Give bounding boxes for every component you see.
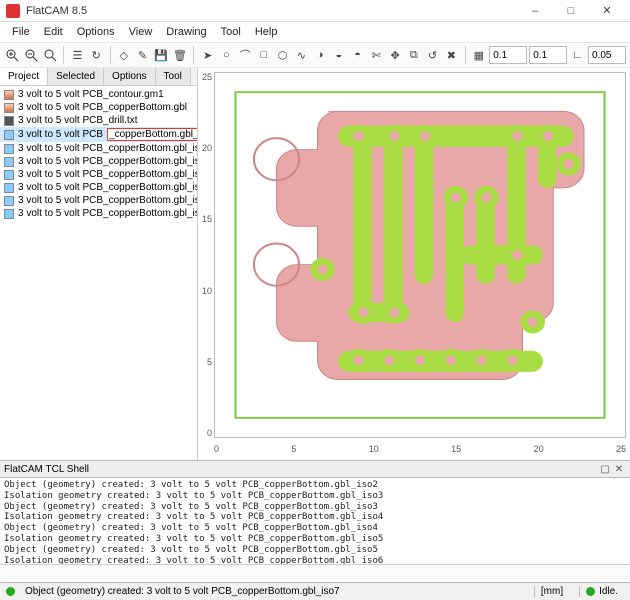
add-arc-icon[interactable]: ⌒ [237,45,254,65]
maximize-button[interactable]: □ [554,1,588,21]
tree-item-label: 3 volt to 5 volt PCB [18,129,103,140]
tree-item-label: 3 volt to 5 volt PCB_copperBottom.gbl_is… [18,156,197,167]
update-geometry-icon[interactable]: 💾 [153,45,170,65]
menu-edit[interactable]: Edit [38,24,69,40]
tree-item[interactable]: 3 volt to 5 volt PCB_drill.txt [0,114,197,127]
project-tree[interactable]: 3 volt to 5 volt PCB_contour.gm1 3 volt t… [0,86,197,460]
tree-item-label: 3 volt to 5 volt PCB_contour.gm1 [18,89,164,100]
tree-item-label: 3 volt to 5 volt PCB_copperBottom.gbl [18,102,187,113]
geom-icon [4,209,14,219]
tree-item-label: 3 volt to 5 volt PCB_copperBottom.gbl_is… [18,208,197,219]
delete-shape-icon[interactable]: ✖ [443,45,460,65]
geom-icon [4,170,14,180]
geom-icon [4,196,14,206]
idle-dot-icon [586,587,595,596]
tree-item[interactable]: 3 volt to 5 volt PCB [0,127,197,142]
union-icon[interactable]: ◑ [312,45,329,65]
shell-output[interactable]: Object (geometry) created: 3 volt to 5 v… [0,478,630,564]
shell-title: FlatCAM TCL Shell [4,464,89,475]
delete-icon[interactable]: 🗑 [172,45,189,65]
minimize-button[interactable]: – [518,1,552,21]
tab-options[interactable]: Options [104,68,155,85]
edit-geometry-icon[interactable]: ✎ [134,45,151,65]
zoom-in-icon[interactable] [4,45,21,65]
geom-icon [4,130,14,140]
tree-item[interactable]: 3 volt to 5 volt PCB_copperBottom.gbl_is… [0,181,197,194]
menu-tool[interactable]: Tool [215,24,247,40]
add-path-icon[interactable]: ∿ [293,45,310,65]
grid-y-input[interactable] [529,46,567,64]
plot-canvas[interactable] [214,72,626,438]
menu-view[interactable]: View [123,24,159,40]
gerber-icon [4,90,14,100]
intersection-icon[interactable]: ◒ [330,45,347,65]
copy-icon[interactable]: ⧉ [405,45,422,65]
menu-drawing[interactable]: Drawing [160,24,212,40]
snap-distance-input[interactable] [588,46,626,64]
shell-undock-icon[interactable]: ▢ [598,462,612,476]
tab-project[interactable]: Project [0,68,48,85]
menubar: FileEditOptionsViewDrawingToolHelp [0,22,630,42]
tab-tool[interactable]: Tool [156,68,191,85]
select-icon[interactable]: ➤ [199,45,216,65]
rotate-icon[interactable]: ↺ [424,45,441,65]
add-rectangle-icon[interactable]: □ [255,45,272,65]
geom-icon [4,183,14,193]
excellon-icon [4,116,14,126]
status-units: [mm] [534,586,569,597]
clear-plot-icon[interactable]: ☰ [69,45,86,65]
tree-item[interactable]: 3 volt to 5 volt PCB_copperBottom.gbl_is… [0,194,197,207]
tree-item[interactable]: 3 volt to 5 volt PCB_contour.gm1 [0,88,197,101]
toolbar: ☰ ↻ ◇ ✎ 💾 🗑 ➤ ○ ⌒ □ ⬡ ∿ ◑ ◒ ◓ ✄ ✥ ⧉ ↺ ✖ … [0,42,630,68]
window-title: FlatCAM 8.5 [26,5,518,17]
new-geometry-icon[interactable]: ◇ [115,45,132,65]
tree-item-label: 3 volt to 5 volt PCB_copperBottom.gbl_is… [18,182,197,193]
geom-icon [4,144,14,154]
tree-item-label: 3 volt to 5 volt PCB_copperBottom.gbl_is… [18,195,197,206]
geom-icon [4,157,14,167]
subtract-icon[interactable]: ◓ [349,45,366,65]
rename-input[interactable] [107,128,197,141]
grid-icon[interactable]: ▦ [471,45,488,65]
side-tabs: ProjectSelectedOptionsTool [0,68,197,86]
menu-file[interactable]: File [6,24,36,40]
replot-icon[interactable]: ↻ [88,45,105,65]
close-button[interactable]: ✕ [590,1,624,21]
snap-corner-icon[interactable]: ∟ [569,45,586,65]
status-text: Object (geometry) created: 3 volt to 5 v… [25,586,340,597]
tree-item-label: 3 volt to 5 volt PCB_copperBottom.gbl_is… [18,169,197,180]
shell-prompt[interactable] [0,564,630,582]
status-idle: Idle. [599,586,618,597]
tree-item-label: 3 volt to 5 volt PCB_drill.txt [18,115,138,126]
tree-item[interactable]: 3 volt to 5 volt PCB_copperBottom.gbl_is… [0,155,197,168]
grid-x-input[interactable] [489,46,527,64]
tree-item-label: 3 volt to 5 volt PCB_copperBottom.gbl_is… [18,143,197,154]
x-axis: 0510152025 [214,444,626,454]
tree-item[interactable]: 3 volt to 5 volt PCB_copperBottom.gbl_is… [0,168,197,181]
tab-selected[interactable]: Selected [48,68,104,85]
gerber-icon [4,103,14,113]
zoom-out-icon[interactable] [23,45,40,65]
menu-options[interactable]: Options [71,24,121,40]
tree-item[interactable]: 3 volt to 5 volt PCB_copperBottom.gbl_is… [0,207,197,220]
tree-item[interactable]: 3 volt to 5 volt PCB_copperBottom.gbl_is… [0,142,197,155]
tree-item[interactable]: 3 volt to 5 volt PCB_copperBottom.gbl [0,101,197,114]
zoom-fit-icon[interactable] [42,45,59,65]
move-icon[interactable]: ✥ [387,45,404,65]
app-icon [6,4,20,18]
shell-close-icon[interactable]: ✕ [612,462,626,476]
status-dot-icon [6,587,15,596]
add-polygon-icon[interactable]: ⬡ [274,45,291,65]
add-circle-icon[interactable]: ○ [218,45,235,65]
menu-help[interactable]: Help [249,24,284,40]
y-axis: 2520151050 [200,72,212,438]
cut-path-icon[interactable]: ✄ [368,45,385,65]
